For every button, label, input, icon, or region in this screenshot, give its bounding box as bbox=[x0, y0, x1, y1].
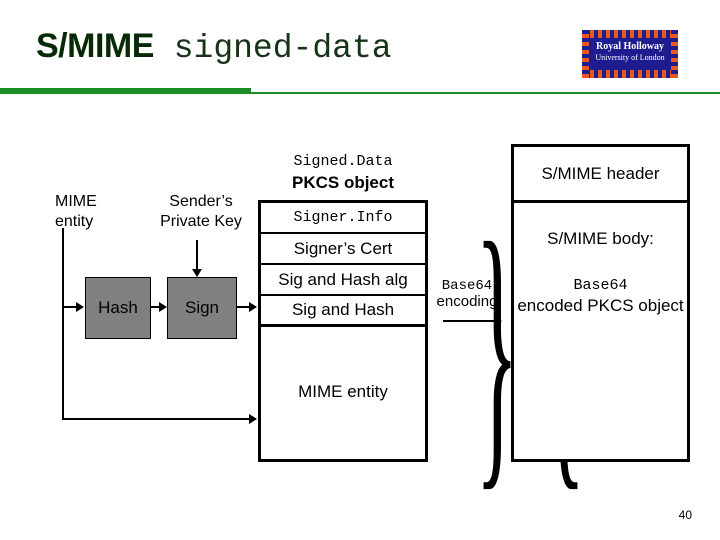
mime-to-hash-connector bbox=[62, 306, 77, 308]
logo-border-top bbox=[582, 30, 678, 38]
royal-holloway-logo: Royal Holloway University of London bbox=[582, 30, 678, 78]
hash-process-box: Hash bbox=[85, 277, 151, 339]
mime-bypass-connector bbox=[62, 418, 250, 420]
logo-border-right bbox=[671, 30, 678, 78]
hash-to-sign-arrowhead bbox=[159, 302, 167, 312]
smime-body-mono: Base64 bbox=[573, 277, 628, 294]
sign-process-box: Sign bbox=[167, 277, 237, 339]
base64-encoding-sans: encoding bbox=[436, 293, 498, 311]
logo-line-2: University of London bbox=[595, 52, 665, 62]
pkcs-row-sig-and-hash: Sig and Hash bbox=[261, 296, 425, 327]
mime-entity-input-label: MIME entity bbox=[55, 193, 97, 230]
page-title-sans: S/MIME bbox=[36, 27, 154, 65]
mime-to-hash-arrowhead bbox=[76, 302, 84, 312]
mime-entity-feed-vertical bbox=[62, 228, 64, 420]
smime-message-box: S/MIME header S/MIME body: Base64 encode… bbox=[511, 144, 690, 462]
pkcs-object-box: Signer.Info Signer’s Cert Sig and Hash a… bbox=[258, 200, 428, 462]
mime-bypass-arrowhead bbox=[249, 414, 257, 424]
sign-process-label: Sign bbox=[184, 298, 220, 317]
sign-to-pkcs-arrowhead bbox=[249, 302, 257, 312]
smime-body-title: S/MIME body: bbox=[547, 229, 654, 248]
pkcs-object-caption: Signed.Data PKCS object bbox=[258, 153, 428, 192]
logo-line-1: Royal Holloway bbox=[595, 41, 665, 52]
title-divider-thick bbox=[0, 88, 251, 93]
base64-encoding-mono: Base64 bbox=[441, 278, 493, 294]
page-number: 40 bbox=[678, 508, 692, 522]
pkcs-row-sig-hash-alg: Sig and Hash alg bbox=[261, 265, 425, 296]
base64-encoding-arrowhead bbox=[494, 316, 502, 326]
logo-border-bottom bbox=[582, 70, 678, 78]
smime-header-cell: S/MIME header bbox=[514, 147, 687, 203]
smime-header-label: S/MIME header bbox=[541, 163, 660, 183]
pkcs-row-signers-cert: Signer’s Cert bbox=[261, 234, 425, 265]
private-key-connector bbox=[196, 240, 198, 271]
pkcs-row-label: Sig and Hash bbox=[291, 300, 395, 319]
pkcs-caption-sans: PKCS object bbox=[291, 172, 395, 192]
pkcs-row-label: Signer.Info bbox=[293, 209, 393, 226]
page-title: S/MIME signed-data bbox=[36, 29, 392, 65]
pkcs-body-label: MIME entity bbox=[298, 382, 388, 401]
pkcs-body-mime-entity: MIME entity bbox=[261, 327, 425, 457]
pkcs-row-label: Signer’s Cert bbox=[293, 238, 393, 258]
private-key-arrowhead bbox=[192, 269, 202, 277]
page-title-mono: signed-data bbox=[153, 30, 392, 67]
base64-encoding-label: Base64 encoding bbox=[430, 278, 504, 311]
pkcs-row-label: Sig and Hash alg bbox=[278, 269, 408, 289]
pkcs-row-signer-info: Signer.Info bbox=[261, 203, 425, 234]
slide-canvas: S/MIME signed-data Royal Holloway Univer… bbox=[0, 0, 720, 540]
base64-encoding-arrow-line bbox=[443, 320, 496, 322]
pkcs-caption-mono: Signed.Data bbox=[293, 153, 393, 170]
smime-body-cell: S/MIME body: Base64 encoded PKCS object bbox=[514, 203, 687, 456]
hash-process-label: Hash bbox=[98, 298, 138, 317]
smime-body-sans: encoded PKCS object bbox=[517, 296, 684, 315]
logo-text: Royal Holloway University of London bbox=[588, 41, 672, 62]
sender-private-key-label: Sender’s Private Key bbox=[160, 193, 242, 230]
